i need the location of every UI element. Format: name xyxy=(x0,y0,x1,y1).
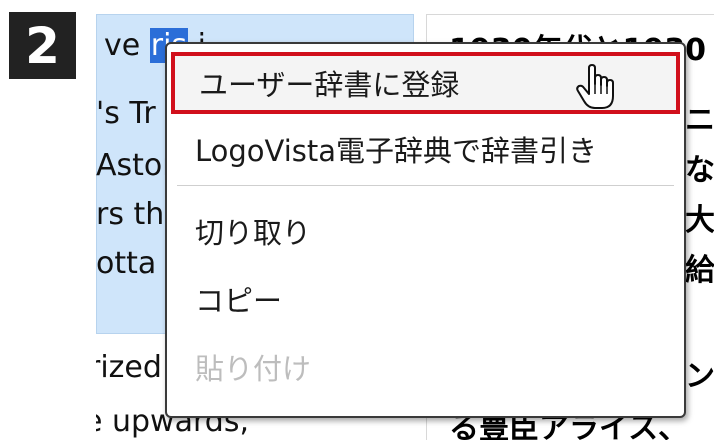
menu-separator xyxy=(177,185,674,186)
menu-item-label: ユーザー辞書に登録 xyxy=(199,68,460,102)
menu-item-copy[interactable]: コピー xyxy=(167,268,684,330)
menu-item-label: LogoVista電子辞典で辞書引き xyxy=(195,134,598,168)
step-badge: 2 xyxy=(9,12,76,79)
jp-line-6: ン xyxy=(685,359,714,394)
text-line-2: 's Tr xyxy=(96,96,156,131)
menu-item-label: コピー xyxy=(195,284,283,318)
text-line-4: rs th xyxy=(96,197,165,232)
context-menu: ユーザー辞書に登録 LogoVista電子辞典で辞書引き 切り取り コピー 貼り… xyxy=(165,42,686,418)
jp-line-2: ニ xyxy=(685,103,714,138)
menu-item-label: 切り取り xyxy=(195,216,312,250)
menu-item-logovista-lookup[interactable]: LogoVista電子辞典で辞書引き xyxy=(167,118,684,180)
jp-line-5: 給 xyxy=(685,253,714,288)
text-line-3: Astor xyxy=(96,148,175,183)
menu-item-cut[interactable]: 切り取り xyxy=(167,200,684,262)
jp-line-4: 大 xyxy=(685,203,714,238)
text-fragment: ve xyxy=(104,28,150,63)
menu-item-label: 貼り付け xyxy=(195,352,312,386)
hand-pointer-icon xyxy=(576,64,614,109)
text-line-5: otta xyxy=(96,246,157,281)
menu-item-paste: 貼り付け xyxy=(167,336,684,398)
jp-line-3: な xyxy=(685,153,714,188)
text-line-6: rized xyxy=(96,350,162,385)
